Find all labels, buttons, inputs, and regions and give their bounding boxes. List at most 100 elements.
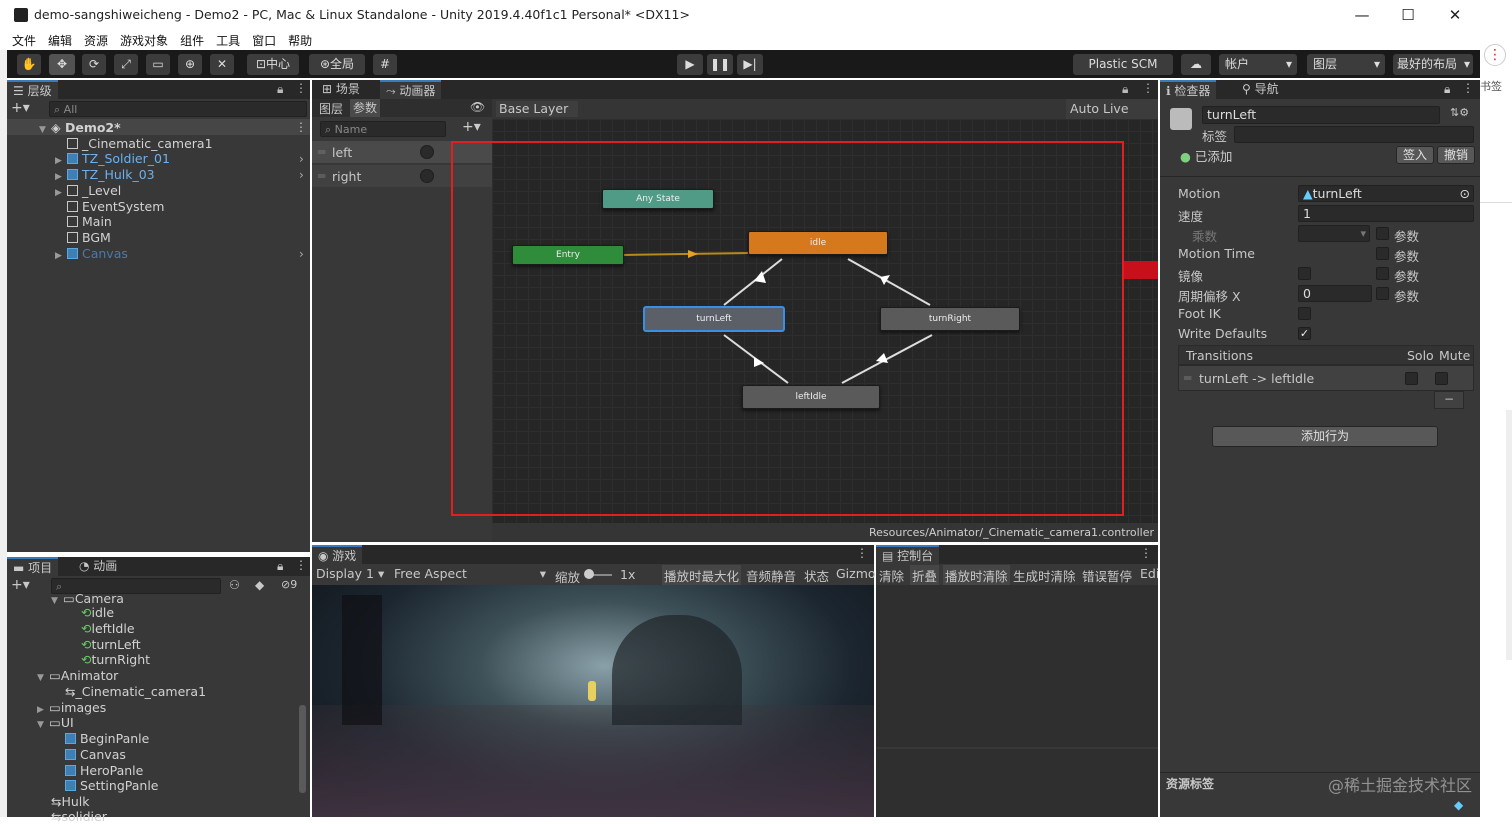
- custom-tool-icon[interactable]: ✕: [210, 54, 234, 75]
- folder-item[interactable]: ▶ ▭images: [37, 700, 106, 715]
- hierarchy-search-input[interactable]: ⌕ All: [49, 101, 307, 117]
- add-behaviour-button[interactable]: 添加行为: [1212, 426, 1438, 447]
- chevron-right-icon[interactable]: ›: [299, 152, 304, 166]
- more-icon[interactable]: ⋮: [1462, 81, 1474, 95]
- display-dropdown[interactable]: Display 1 ▾: [316, 566, 384, 581]
- more-icon[interactable]: ⋮: [1142, 81, 1154, 95]
- menu-assets[interactable]: 资源: [78, 30, 114, 49]
- auto-live-link-button[interactable]: Auto Live Link: [1066, 99, 1158, 136]
- asset-item[interactable]: ⟲turnRight: [81, 652, 150, 667]
- trigger-toggle[interactable]: [420, 145, 434, 159]
- console-log-area[interactable]: [876, 585, 1158, 747]
- maximize-button[interactable]: ☐: [1396, 4, 1420, 26]
- mute-checkbox[interactable]: [1435, 372, 1448, 385]
- asset-item[interactable]: SettingPanle: [65, 778, 158, 793]
- asset-item[interactable]: ⟲leftIdle: [81, 621, 135, 636]
- tab-scene[interactable]: ⊞ 场景: [316, 80, 366, 99]
- revert-button[interactable]: 撤销: [1437, 146, 1475, 164]
- expand-arrow-icon[interactable]: ▶: [55, 172, 67, 182]
- scale-tool-icon[interactable]: ⤢: [114, 54, 138, 75]
- rect-tool-icon[interactable]: ▭: [146, 54, 170, 75]
- folder-item[interactable]: ▼ ▭UI: [37, 715, 74, 730]
- layers-dropdown[interactable]: 图层 ▾: [1307, 54, 1385, 75]
- hierarchy-item[interactable]: _Cinematic_camera1: [67, 136, 213, 151]
- lock-icon[interactable]: 🔒︎: [277, 559, 283, 574]
- lock-icon[interactable]: 🔒︎: [1122, 82, 1128, 97]
- mirror-param-checkbox[interactable]: [1376, 267, 1389, 280]
- trigger-toggle[interactable]: [420, 169, 434, 183]
- filter-label-icon[interactable]: ◆: [255, 578, 264, 592]
- cycle-offset-param-checkbox[interactable]: [1376, 287, 1389, 300]
- more-icon[interactable]: ⋮: [295, 558, 307, 572]
- cloud-icon[interactable]: ☁: [1181, 54, 1211, 75]
- graph-canvas[interactable]: Any State Entry idle turnLeft turnRight …: [451, 119, 1158, 523]
- expand-arrow-icon[interactable]: ▼: [39, 125, 51, 135]
- hierarchy-item[interactable]: ▶ _Level: [55, 183, 121, 198]
- expand-arrow-icon[interactable]: ▶: [55, 188, 67, 198]
- more-icon[interactable]: ⋮: [1484, 44, 1506, 66]
- tab-inspector[interactable]: ℹ 检查器: [1160, 80, 1217, 99]
- gizmos-toggle[interactable]: Gizmo: [834, 565, 878, 582]
- menu-help[interactable]: 帮助: [282, 30, 318, 49]
- folder-item[interactable]: ▼ ▭Camera: [51, 591, 124, 606]
- error-pause-toggle[interactable]: 错误暂停: [1082, 566, 1132, 585]
- speed-field[interactable]: 1: [1298, 205, 1474, 222]
- hierarchy-item[interactable]: EventSystem: [67, 199, 164, 214]
- expand-arrow-icon[interactable]: ▶: [55, 156, 67, 166]
- scene-item[interactable]: ▼ ◈ Demo2*: [39, 120, 121, 135]
- remove-transition-button[interactable]: −: [1434, 391, 1464, 409]
- account-dropdown[interactable]: 帐户 ▾: [1219, 54, 1297, 75]
- exit-node[interactable]: [1124, 261, 1158, 279]
- global-button[interactable]: ⊛全局: [309, 54, 365, 75]
- hierarchy-item[interactable]: Main: [67, 214, 112, 229]
- state-name-field[interactable]: turnLeft: [1202, 106, 1440, 124]
- asset-item[interactable]: Canvas: [65, 747, 126, 762]
- cycle-offset-field[interactable]: 0: [1298, 285, 1372, 302]
- aspect-dropdown[interactable]: Free Aspect ▾: [394, 566, 546, 581]
- drag-handle-icon[interactable]: ═: [318, 169, 325, 183]
- solo-checkbox[interactable]: [1405, 372, 1418, 385]
- tab-project[interactable]: ▬ 项目: [7, 557, 59, 576]
- more-icon[interactable]: ⋮: [856, 546, 868, 560]
- drag-handle-icon[interactable]: ═: [318, 145, 325, 159]
- step-button[interactable]: ▶|: [737, 54, 763, 75]
- grid-snap-icon[interactable]: #: [373, 54, 397, 75]
- editor-dropdown[interactable]: Edi: [1140, 566, 1158, 581]
- menu-component[interactable]: 组件: [174, 30, 210, 49]
- checkin-button[interactable]: 签入: [1396, 146, 1434, 164]
- transition-row[interactable]: ═ turnLeft -> leftIdle: [1178, 365, 1474, 391]
- rotate-tool-icon[interactable]: ⟳: [82, 54, 106, 75]
- eye-icon[interactable]: 👁︎: [470, 100, 485, 114]
- hierarchy-item[interactable]: ▶ TZ_Soldier_01: [55, 151, 170, 166]
- foot-ik-checkbox[interactable]: [1298, 307, 1311, 320]
- tab-hierarchy[interactable]: ☰ 层级: [7, 80, 58, 99]
- more-icon[interactable]: ⋮: [1140, 546, 1152, 560]
- tab-parameters[interactable]: 参数: [350, 99, 381, 117]
- drag-handle-icon[interactable]: ═: [1184, 371, 1191, 385]
- menu-edit[interactable]: 编辑: [42, 30, 78, 49]
- tab-console[interactable]: ▤ 控制台: [876, 545, 940, 564]
- more-icon[interactable]: ⋮: [295, 81, 307, 95]
- collapse-toggle[interactable]: 折叠: [910, 565, 940, 585]
- game-viewport[interactable]: [312, 585, 874, 817]
- chevron-right-icon[interactable]: ›: [299, 168, 304, 182]
- minimize-button[interactable]: —: [1350, 4, 1374, 26]
- scrollbar[interactable]: [1506, 410, 1512, 660]
- asset-item[interactable]: ⇆Hulk: [51, 794, 90, 809]
- play-button[interactable]: ▶: [677, 54, 703, 75]
- folder-item[interactable]: ▼ ▭Animator: [37, 668, 118, 683]
- zoom-slider-thumb[interactable]: [584, 569, 594, 579]
- menu-tools[interactable]: 工具: [210, 30, 246, 49]
- tab-animation[interactable]: ◔ 动画: [73, 557, 123, 576]
- filter-type-icon[interactable]: ⚇: [229, 578, 240, 592]
- clear-on-build-toggle[interactable]: 生成时清除: [1013, 566, 1076, 585]
- breadcrumb[interactable]: Base Layer: [496, 101, 579, 117]
- expand-arrow-icon[interactable]: ▶: [37, 705, 49, 715]
- pause-button[interactable]: ❚❚: [707, 54, 733, 75]
- tab-animator[interactable]: ⤳ 动画器: [380, 80, 442, 99]
- hand-tool-icon[interactable]: ✋: [17, 54, 41, 75]
- expand-arrow-icon[interactable]: ▼: [37, 673, 49, 683]
- tab-game[interactable]: ◉ 游戏: [312, 545, 363, 564]
- hierarchy-item[interactable]: ▶ TZ_Hulk_03: [55, 167, 155, 182]
- close-button[interactable]: ✕: [1443, 4, 1467, 26]
